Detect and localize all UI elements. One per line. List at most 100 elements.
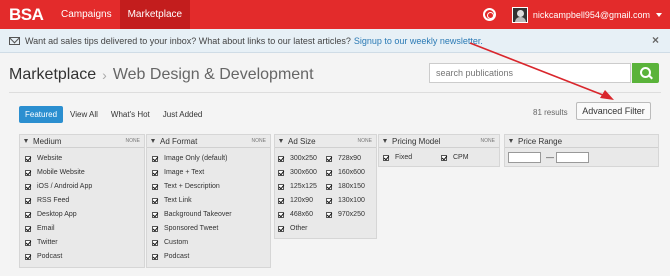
checkbox[interactable] bbox=[326, 211, 332, 218]
tab-just-added[interactable]: Just Added bbox=[157, 106, 209, 123]
price-min-input[interactable] bbox=[508, 152, 541, 163]
option-background-takeover[interactable]: Background Takeover bbox=[152, 211, 232, 218]
search-input[interactable] bbox=[429, 63, 631, 83]
nav-marketplace[interactable]: Marketplace bbox=[119, 0, 191, 29]
option-image-only[interactable]: Image Only (default) bbox=[152, 155, 227, 162]
checkbox[interactable] bbox=[152, 239, 158, 246]
nav-campaigns[interactable]: Campaigns bbox=[53, 0, 120, 29]
option-fixed[interactable]: Fixed bbox=[383, 154, 412, 161]
pricing-panel-title: Pricing Model bbox=[392, 136, 441, 146]
option-custom[interactable]: Custom bbox=[152, 239, 188, 246]
option-label: Podcast bbox=[37, 253, 63, 260]
option-other[interactable]: Other bbox=[278, 225, 308, 232]
option-728x90[interactable]: 728x90 bbox=[326, 155, 361, 162]
option-email[interactable]: Email bbox=[25, 225, 55, 232]
collapse-triangle-icon bbox=[24, 139, 28, 143]
range-dash: — bbox=[546, 153, 554, 162]
option-image-text[interactable]: Image + Text bbox=[152, 169, 204, 176]
checkbox[interactable] bbox=[278, 169, 284, 176]
checkbox[interactable] bbox=[152, 169, 158, 176]
option-label: 125x125 bbox=[290, 183, 317, 190]
option-label: 120x90 bbox=[290, 197, 313, 204]
option-180x150[interactable]: 180x150 bbox=[326, 183, 365, 190]
newsletter-signup-link[interactable]: Signup to our weekly newsletter. bbox=[354, 36, 483, 46]
option-label: 180x150 bbox=[338, 183, 365, 190]
top-navigation-bar: BSA Campaigns Marketplace nickcampbell95… bbox=[0, 0, 670, 29]
checkbox[interactable] bbox=[25, 155, 31, 162]
search-button[interactable] bbox=[632, 63, 659, 83]
checkbox[interactable] bbox=[278, 183, 284, 190]
option-ios-android-app[interactable]: iOS / Android App bbox=[25, 183, 92, 190]
ad-size-panel-header[interactable]: Ad Size NONE bbox=[275, 135, 376, 148]
option-160x600[interactable]: 160x600 bbox=[326, 169, 365, 176]
option-300x600[interactable]: 300x600 bbox=[278, 169, 317, 176]
option-130x100[interactable]: 130x100 bbox=[326, 197, 365, 204]
checkbox[interactable] bbox=[25, 225, 31, 232]
option-sponsored-tweet[interactable]: Sponsored Tweet bbox=[152, 225, 218, 232]
pricing-panel-header[interactable]: Pricing Model NONE bbox=[379, 135, 499, 148]
checkbox[interactable] bbox=[326, 197, 332, 204]
bsa-logo[interactable]: BSA bbox=[9, 5, 53, 25]
price-max-input[interactable] bbox=[556, 152, 589, 163]
checkbox[interactable] bbox=[278, 225, 284, 232]
option-970x250[interactable]: 970x250 bbox=[326, 211, 365, 218]
option-desktop-app[interactable]: Desktop App bbox=[25, 211, 77, 218]
advanced-filter-button[interactable]: Advanced Filter bbox=[576, 102, 651, 120]
option-twitter[interactable]: Twitter bbox=[25, 239, 58, 246]
checkbox[interactable] bbox=[152, 225, 158, 232]
checkbox[interactable] bbox=[441, 154, 447, 161]
option-label: 468x60 bbox=[290, 211, 313, 218]
ad-format-panel-header[interactable]: Ad Format NONE bbox=[147, 135, 270, 148]
newsletter-notice: Want ad sales tips delivered to your inb… bbox=[0, 29, 670, 53]
collapse-triangle-icon bbox=[509, 139, 513, 143]
tab-view-all[interactable]: View All bbox=[64, 106, 104, 123]
checkbox[interactable] bbox=[25, 253, 31, 260]
option-podcast-format[interactable]: Podcast bbox=[152, 253, 189, 260]
checkbox[interactable] bbox=[152, 211, 158, 218]
medium-panel-header[interactable]: Medium NONE bbox=[20, 135, 144, 148]
option-podcast[interactable]: Podcast bbox=[25, 253, 62, 260]
ad-format-filter-panel: Ad Format NONE Image Only (default) Imag… bbox=[146, 134, 271, 268]
option-cpm[interactable]: CPM bbox=[441, 154, 469, 161]
tab-featured[interactable]: Featured bbox=[19, 106, 64, 123]
checkbox[interactable] bbox=[383, 154, 389, 161]
lifebuoy-icon[interactable] bbox=[482, 8, 496, 21]
checkbox[interactable] bbox=[326, 169, 332, 176]
ad-format-select-none[interactable]: NONE bbox=[252, 138, 266, 144]
medium-select-none[interactable]: NONE bbox=[126, 138, 140, 144]
checkbox[interactable] bbox=[25, 239, 31, 246]
ad-size-select-none[interactable]: NONE bbox=[358, 138, 372, 144]
option-website[interactable]: Website bbox=[25, 155, 62, 162]
checkbox[interactable] bbox=[152, 253, 158, 260]
chevron-down-icon[interactable] bbox=[656, 12, 662, 17]
checkbox[interactable] bbox=[326, 183, 332, 190]
user-email[interactable]: nickcampbell954@gmail.com bbox=[533, 10, 650, 20]
option-text-description[interactable]: Text + Description bbox=[152, 183, 220, 190]
tab-whats-hot[interactable]: What's Hot bbox=[105, 106, 156, 123]
price-range-panel-header[interactable]: Price Range bbox=[505, 135, 658, 148]
option-125x125[interactable]: 125x125 bbox=[278, 183, 317, 190]
page-title[interactable]: Marketplace bbox=[9, 66, 96, 84]
option-300x250[interactable]: 300x250 bbox=[278, 155, 317, 162]
checkbox[interactable] bbox=[278, 155, 284, 162]
option-rss-feed[interactable]: RSS Feed bbox=[25, 197, 69, 204]
option-label: 160x600 bbox=[338, 169, 365, 176]
checkbox[interactable] bbox=[25, 197, 31, 204]
pricing-select-none[interactable]: NONE bbox=[481, 138, 495, 144]
checkbox[interactable] bbox=[152, 183, 158, 190]
checkbox[interactable] bbox=[278, 211, 284, 218]
avatar[interactable] bbox=[511, 6, 528, 23]
checkbox[interactable] bbox=[326, 155, 332, 162]
checkbox[interactable] bbox=[25, 183, 31, 190]
option-text-link[interactable]: Text Link bbox=[152, 197, 192, 204]
option-468x60[interactable]: 468x60 bbox=[278, 211, 313, 218]
option-mobile-website[interactable]: Mobile Website bbox=[25, 169, 85, 176]
checkbox[interactable] bbox=[25, 211, 31, 218]
checkbox[interactable] bbox=[152, 155, 158, 162]
option-120x90[interactable]: 120x90 bbox=[278, 197, 313, 204]
close-icon[interactable]: × bbox=[652, 33, 659, 47]
checkbox[interactable] bbox=[278, 197, 284, 204]
checkbox[interactable] bbox=[152, 197, 158, 204]
checkbox[interactable] bbox=[25, 169, 31, 176]
option-label: Mobile Website bbox=[37, 169, 85, 176]
